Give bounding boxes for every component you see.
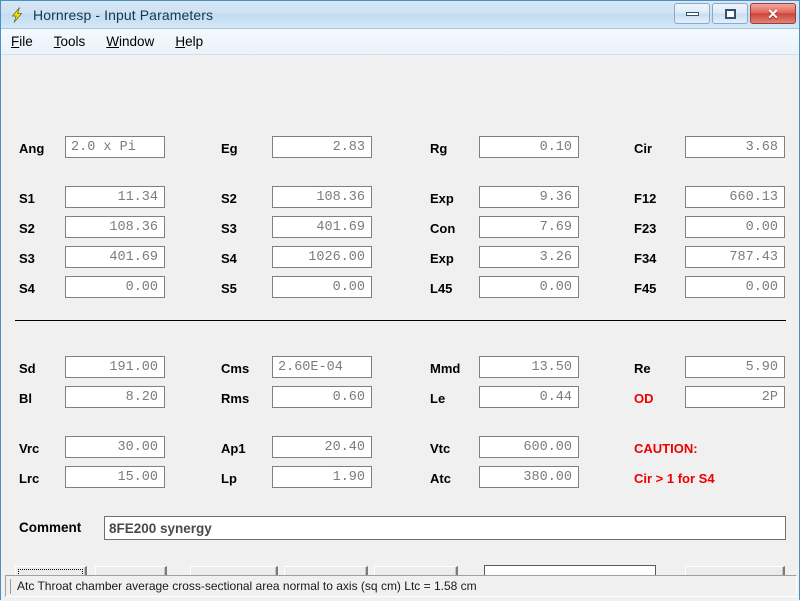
field-vrc[interactable]: 30.00 (65, 436, 165, 458)
menu-item-tools[interactable]: Tools (52, 32, 96, 51)
label-f34: F34 (634, 251, 657, 266)
minimize-icon (685, 11, 699, 16)
hornresp-input-parameters-window: Hornresp - Input Parameters ✕ File Tools… (0, 0, 800, 601)
label-s1: S1 (19, 191, 35, 206)
label-vrc: Vrc (19, 441, 40, 456)
field-rms[interactable]: 0.60 (272, 386, 372, 408)
field-s1[interactable]: 11.34 (65, 186, 165, 208)
field-mmd[interactable]: 13.50 (479, 356, 579, 378)
field-cms[interactable]: 2.60E-04 (272, 356, 372, 378)
field-ang[interactable]: 2.0 x Pi (65, 136, 165, 158)
field-lrc[interactable]: 15.00 (65, 466, 165, 488)
field-lp[interactable]: 1.90 (272, 466, 372, 488)
label-cms: Cms (221, 361, 250, 376)
label-exp-1: Exp (430, 191, 454, 206)
label-s5: S5 (221, 281, 237, 296)
label-cir: Cir (634, 141, 653, 156)
label-f45: F45 (634, 281, 657, 296)
maximize-button[interactable] (712, 3, 748, 24)
label-od: OD (634, 391, 654, 406)
label-rms: Rms (221, 391, 250, 406)
label-sd: Sd (19, 361, 36, 376)
field-s2-col1[interactable]: 108.36 (65, 216, 165, 238)
field-s5[interactable]: 0.00 (272, 276, 372, 298)
window-title: Hornresp - Input Parameters (33, 6, 214, 23)
client-area: Ang 2.0 x Pi S1 11.34 S2 108.36 S3 401.6… (1, 55, 799, 601)
label-eg: Eg (221, 141, 238, 156)
field-eg[interactable]: 2.83 (272, 136, 372, 158)
label-f23: F23 (634, 221, 657, 236)
field-cir[interactable]: 3.68 (685, 136, 785, 158)
field-f45[interactable]: 0.00 (685, 276, 785, 298)
minimize-button[interactable] (674, 3, 710, 24)
close-icon: ✕ (767, 5, 779, 22)
field-rg[interactable]: 0.10 (479, 136, 579, 158)
label-con: Con (430, 221, 456, 236)
label-s2-col2: S2 (221, 191, 237, 206)
field-f23[interactable]: 0.00 (685, 216, 785, 238)
field-sd[interactable]: 191.00 (65, 356, 165, 378)
label-ap1: Ap1 (221, 441, 246, 456)
field-od[interactable]: 2P (685, 386, 785, 408)
label-mmd: Mmd (430, 361, 461, 376)
label-re: Re (634, 361, 651, 376)
field-f34[interactable]: 787.43 (685, 246, 785, 268)
field-bl[interactable]: 8.20 (65, 386, 165, 408)
label-ang: Ang (19, 141, 45, 156)
menu-item-help[interactable]: Help (173, 32, 213, 51)
field-l45[interactable]: 0.00 (479, 276, 579, 298)
caution-heading: CAUTION: (634, 441, 698, 456)
label-lrc: Lrc (19, 471, 40, 486)
comment-label: Comment (19, 520, 82, 535)
section-divider (15, 320, 786, 321)
field-exp-1[interactable]: 9.36 (479, 186, 579, 208)
label-atc: Atc (430, 471, 451, 486)
field-atc[interactable]: 380.00 (479, 466, 579, 488)
comment-input[interactable]: 8FE200 synergy (104, 516, 786, 540)
status-bar: Atc Throat chamber average cross-section… (5, 575, 797, 597)
field-s3-col1[interactable]: 401.69 (65, 246, 165, 268)
label-s3-col2: S3 (221, 221, 237, 236)
field-s3-col2[interactable]: 401.69 (272, 216, 372, 238)
label-l45: L45 (430, 281, 453, 296)
field-s4-col1[interactable]: 0.00 (65, 276, 165, 298)
label-exp-2: Exp (430, 251, 454, 266)
window-controls: ✕ (674, 3, 796, 24)
label-lp: Lp (221, 471, 237, 486)
label-f12: F12 (634, 191, 657, 206)
label-le: Le (430, 391, 446, 406)
field-le[interactable]: 0.44 (479, 386, 579, 408)
field-s2-col2[interactable]: 108.36 (272, 186, 372, 208)
menu-item-window[interactable]: Window (104, 32, 164, 51)
field-f12[interactable]: 660.13 (685, 186, 785, 208)
status-bar-text: Atc Throat chamber average cross-section… (10, 578, 477, 594)
field-vtc[interactable]: 600.00 (479, 436, 579, 458)
field-con[interactable]: 7.69 (479, 216, 579, 238)
menu-bar: File Tools Window Help (1, 29, 799, 55)
lightning-bolt-icon (8, 6, 26, 24)
field-s4-col2[interactable]: 1026.00 (272, 246, 372, 268)
label-vtc: Vtc (430, 441, 451, 456)
label-rg: Rg (430, 141, 448, 156)
label-s4-col1: S4 (19, 281, 35, 296)
close-button[interactable]: ✕ (750, 3, 796, 24)
label-s3-col1: S3 (19, 251, 35, 266)
maximize-icon (724, 8, 736, 19)
label-s2-col1: S2 (19, 221, 35, 236)
field-re[interactable]: 5.90 (685, 356, 785, 378)
field-ap1[interactable]: 20.40 (272, 436, 372, 458)
label-s4-col2: S4 (221, 251, 237, 266)
caution-message: Cir > 1 for S4 (634, 471, 715, 486)
field-exp-2[interactable]: 3.26 (479, 246, 579, 268)
title-bar: Hornresp - Input Parameters ✕ (1, 1, 799, 29)
label-bl: Bl (19, 391, 32, 406)
menu-item-file[interactable]: File (9, 32, 43, 51)
